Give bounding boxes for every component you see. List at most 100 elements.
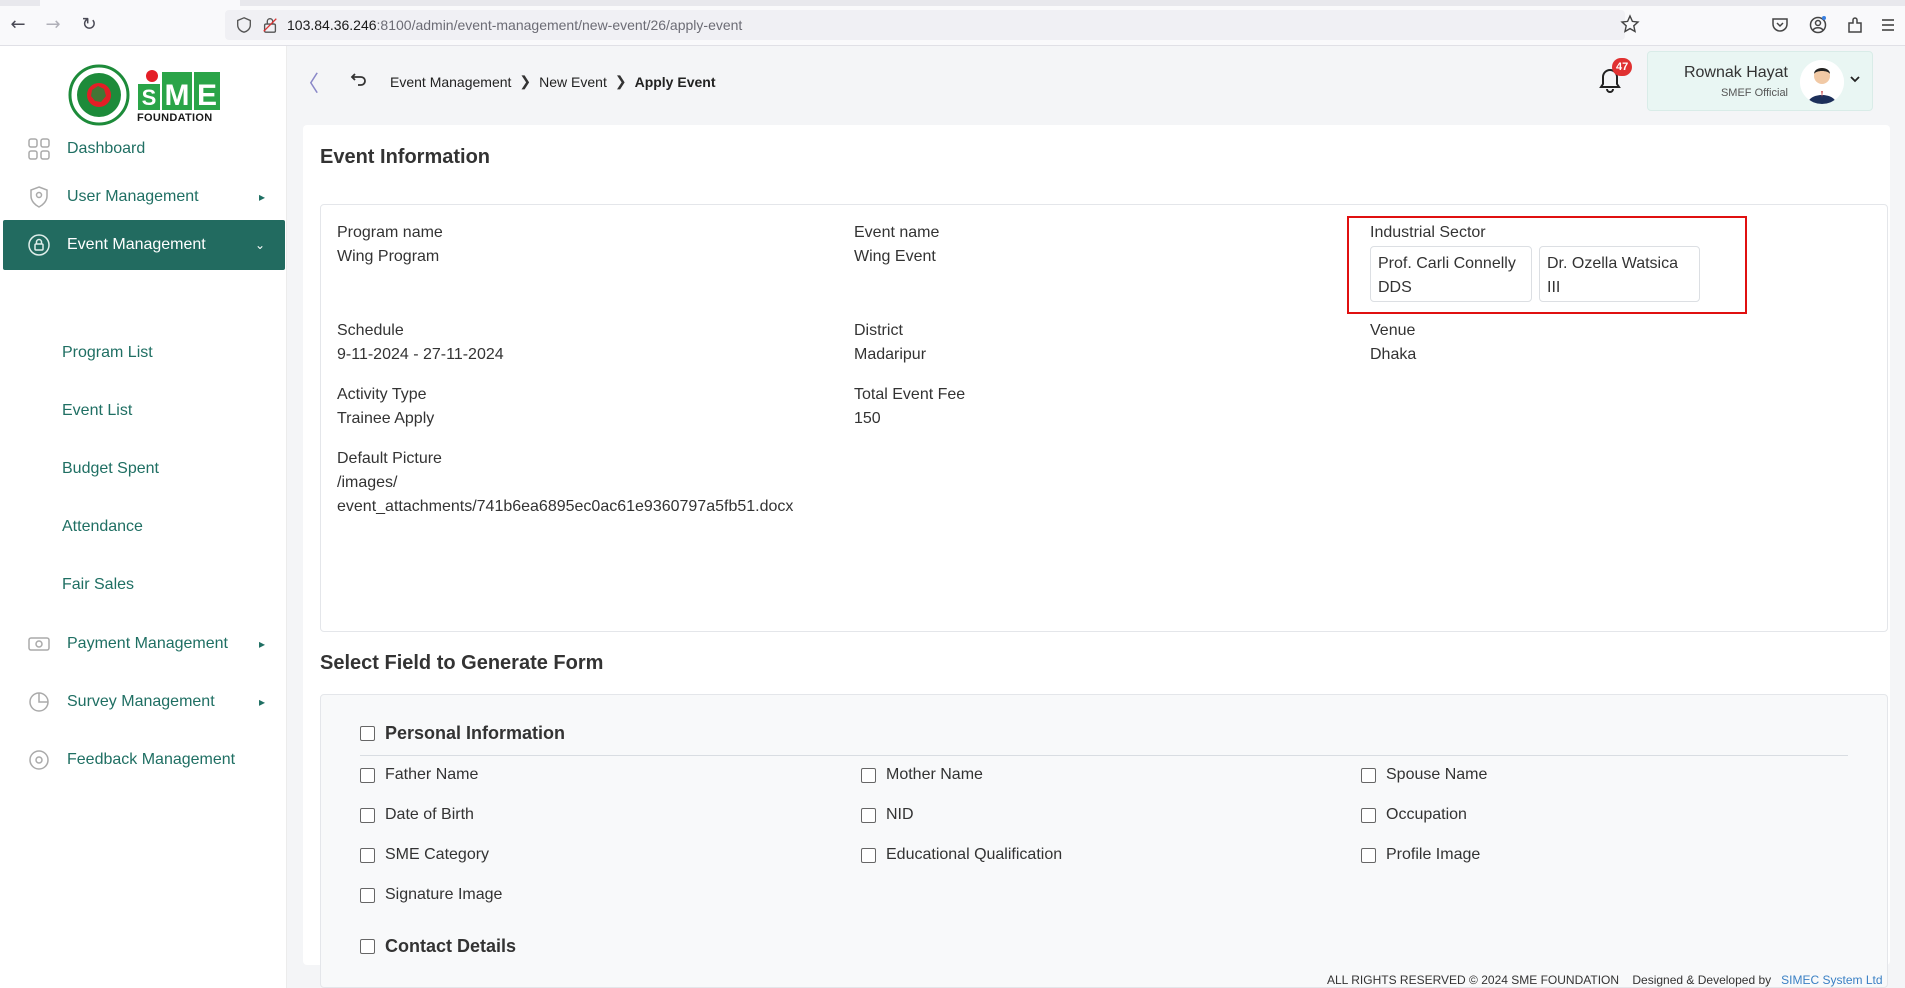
breadcrumb-event-management[interactable]: Event Management (390, 74, 511, 90)
chevron-right-icon: ▸ (258, 695, 265, 709)
field-educational-qualification[interactable]: Educational Qualification (861, 846, 1062, 864)
checkbox-label: Father Name (385, 766, 479, 783)
footer: ALL RIGHTS RESERVED © 2024 SME FOUNDATIO… (1327, 973, 1883, 987)
checkbox[interactable] (360, 847, 375, 863)
collapse-sidebar-icon[interactable]: 〈 (297, 66, 319, 98)
account-icon[interactable] (1808, 15, 1828, 35)
field-spouse-name[interactable]: Spouse Name (1361, 766, 1487, 784)
back-arrow-icon[interactable]: ← (6, 13, 30, 37)
sidebar-item-label: User Management (67, 188, 199, 205)
field-sme-category[interactable]: SME Category (360, 846, 489, 864)
program-name-value: Wing Program (337, 248, 440, 265)
sidebar-subitem-budget-spent[interactable]: Budget Spent (62, 460, 159, 478)
checkbox[interactable] (861, 767, 876, 783)
sidebar-subitem-program-list[interactable]: Program List (62, 344, 153, 362)
field-occupation[interactable]: Occupation (1361, 806, 1467, 824)
insecure-lock-icon (263, 18, 277, 33)
default-picture-value: /images/ (337, 474, 398, 491)
checkbox-label: Occupation (1386, 806, 1467, 823)
sidebar-item-feedback-management[interactable]: Feedback Management (3, 735, 285, 785)
forward-arrow-icon[interactable]: → (41, 13, 65, 37)
field-nid[interactable]: NID (861, 806, 914, 824)
schedule-label: Schedule (337, 322, 404, 339)
svg-text:S: S (142, 85, 157, 110)
sidebar-item-label: Dashboard (67, 140, 146, 157)
breadcrumb-new-event[interactable]: New Event (539, 74, 607, 90)
checkbox[interactable] (861, 807, 876, 823)
activity-type-value: Trainee Apply (337, 410, 435, 427)
logo-foundation-text: FOUNDATION (137, 112, 213, 124)
program-name-label: Program name (337, 224, 443, 241)
browser-toolbar: ← → ↻ 103.84.36.246:8100/admin/event-man… (0, 0, 1905, 46)
sidebar: S M E FOUNDATION Dashboard User Manageme… (0, 46, 287, 988)
checkbox[interactable] (861, 847, 876, 863)
field-father-name[interactable]: Father Name (360, 766, 478, 784)
undo-back-icon[interactable] (349, 69, 369, 89)
active-tab[interactable] (40, 0, 240, 6)
extensions-icon[interactable] (1845, 15, 1865, 35)
total-event-fee-value: 150 (854, 410, 881, 427)
lock-circle-icon (28, 234, 50, 256)
sidebar-item-label: Event Management (67, 236, 206, 253)
checkbox[interactable] (360, 726, 375, 741)
user-menu[interactable]: Rownak Hayat SMEF Official (1647, 51, 1873, 111)
checkbox-label: Spouse Name (1386, 766, 1488, 783)
district-label: District (854, 322, 903, 339)
reload-icon[interactable]: ↻ (77, 13, 101, 37)
contact-details-group[interactable]: Contact Details (360, 936, 516, 957)
event-name-value: Wing Event (854, 248, 936, 265)
checkbox[interactable] (360, 939, 375, 954)
sidebar-subitem-fair-sales[interactable]: Fair Sales (62, 576, 134, 594)
field-profile-image[interactable]: Profile Image (1361, 846, 1480, 864)
sidebar-item-event-management[interactable]: Event Management ⌄ (3, 220, 285, 270)
field-date-of-birth[interactable]: Date of Birth (360, 806, 474, 824)
checkbox-label: NID (886, 806, 914, 823)
checkbox[interactable] (360, 807, 375, 823)
checkbox[interactable] (1361, 767, 1376, 783)
tab-strip (0, 0, 1905, 6)
checkbox[interactable] (1361, 807, 1376, 823)
sidebar-item-user-management[interactable]: User Management ▸ (3, 172, 285, 222)
breadcrumb-separator-icon: ❯ (614, 73, 627, 89)
footer-company-link[interactable]: SIMEC System Ltd (1781, 973, 1882, 987)
money-icon (28, 637, 50, 651)
user-shield-icon (30, 186, 48, 208)
menu-icon[interactable] (1878, 15, 1898, 35)
field-signature-image[interactable]: Signature Image (360, 886, 502, 904)
sidebar-item-dashboard[interactable]: Dashboard (3, 124, 285, 174)
sidebar-item-label: Payment Management (67, 635, 228, 652)
chevron-down-icon (1850, 76, 1860, 83)
feedback-icon (29, 750, 49, 770)
sidebar-item-survey-management[interactable]: Survey Management ▸ (3, 677, 285, 727)
schedule-value: 9-11-2024 - 27-11-2024 (337, 346, 504, 363)
group-label: Personal Information (385, 723, 566, 743)
checkbox[interactable] (360, 887, 375, 903)
pocket-icon[interactable] (1770, 15, 1790, 35)
bookmark-star-icon[interactable] (1620, 14, 1640, 34)
chevron-down-icon: ⌄ (254, 238, 265, 252)
sidebar-item-payment-management[interactable]: Payment Management ▸ (3, 619, 285, 669)
personal-information-group[interactable]: Personal Information (360, 723, 565, 744)
pie-chart-icon (29, 692, 49, 712)
sidebar-item-label: Feedback Management (67, 751, 236, 768)
address-bar[interactable]: 103.84.36.246:8100/admin/event-managemen… (225, 10, 1625, 40)
sidebar-subitem-event-list[interactable]: Event List (62, 402, 132, 420)
field-mother-name[interactable]: Mother Name (861, 766, 983, 784)
avatar (1800, 60, 1844, 104)
activity-type-label: Activity Type (337, 386, 427, 403)
sidebar-subitem-attendance[interactable]: Attendance (62, 518, 143, 536)
checkbox-label: Educational Qualification (886, 846, 1063, 863)
svg-text:M: M (165, 79, 190, 112)
checkbox[interactable] (1361, 847, 1376, 863)
grid-icon (28, 138, 50, 160)
url-host: 103.84.36.246 (287, 17, 377, 33)
footer-rights: ALL RIGHTS RESERVED © 2024 SME FOUNDATIO… (1327, 973, 1620, 987)
checkbox-label: Date of Birth (385, 806, 474, 823)
user-role: SMEF Official (1720, 87, 1788, 99)
checkbox[interactable] (360, 767, 375, 783)
district-value: Madaripur (854, 346, 927, 363)
select-field-title: Select Field to Generate Form (320, 652, 604, 674)
footer-designed: Designed & Developed by (1632, 973, 1772, 987)
venue-label: Venue (1370, 322, 1416, 339)
default-picture-value: event_attachments/741b6ea6895ec0ac61e936… (337, 498, 794, 515)
